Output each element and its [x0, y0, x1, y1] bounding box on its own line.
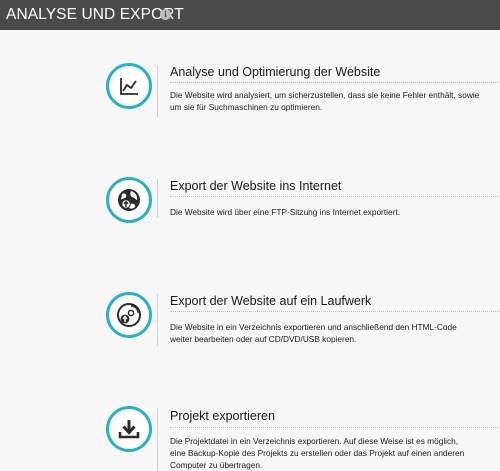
- item-description-line: Die Projektdatei in ein Verzeichnis expo…: [170, 436, 459, 446]
- item-divider: [157, 65, 158, 117]
- projekt-exportieren-option[interactable]: Projekt exportieren Die Projektdatei in …: [0, 406, 500, 471]
- export-laufwerk-option[interactable]: Export der Website auf ein Laufwerk Die …: [0, 292, 500, 372]
- item-description-line: eine Backup-Kopie des Projekts zu erstel…: [170, 448, 465, 458]
- globe-upload-icon: [106, 177, 152, 223]
- dotted-separator: [170, 196, 500, 197]
- item-description-line: Die Website wird analysiert, um sicherzu…: [170, 90, 480, 100]
- item-description: Die Website wird analysiert, um sicherzu…: [170, 89, 500, 113]
- item-description: Die Projektdatei in ein Verzeichnis expo…: [170, 435, 500, 471]
- item-description: Die Website wird über eine FTP-Sitzung i…: [170, 206, 500, 218]
- item-description-line: Computer zu übertragen.: [170, 460, 263, 470]
- item-divider: [157, 294, 158, 346]
- dotted-separator: [170, 82, 500, 83]
- item-description-line: Die Website in ein Verzeichnis exportier…: [170, 322, 457, 332]
- panel-title: ANALYSE UND EXPORT: [6, 6, 184, 23]
- item-description-line: weiter bearbeiten oder auf CD/DVD/USB ko…: [170, 334, 357, 344]
- chart-line-icon: [106, 63, 152, 109]
- item-title: Export der Website ins Internet: [170, 179, 342, 193]
- download-icon: [106, 406, 152, 452]
- info-icon[interactable]: i: [160, 9, 171, 20]
- dotted-separator: [170, 427, 500, 428]
- item-description-line: Die Website wird über eine FTP-Sitzung i…: [170, 207, 400, 217]
- item-divider: [157, 179, 158, 217]
- item-title: Projekt exportieren: [170, 409, 275, 423]
- item-divider: [157, 408, 158, 471]
- item-description: Die Website in ein Verzeichnis exportier…: [170, 321, 500, 345]
- item-description-line: um sie für Suchmaschinen zu optimieren.: [170, 102, 323, 112]
- analyse-optimierung-option[interactable]: Analyse und Optimierung der Website Die …: [0, 63, 500, 143]
- export-internet-option[interactable]: Export der Website ins Internet Die Webs…: [0, 177, 500, 257]
- item-title: Export der Website auf ein Laufwerk: [170, 294, 372, 308]
- disc-upload-icon: [106, 292, 152, 338]
- panel-header: ANALYSE UND EXPORT i: [0, 0, 500, 30]
- item-title: Analyse und Optimierung der Website: [170, 65, 381, 79]
- dotted-separator: [170, 311, 500, 312]
